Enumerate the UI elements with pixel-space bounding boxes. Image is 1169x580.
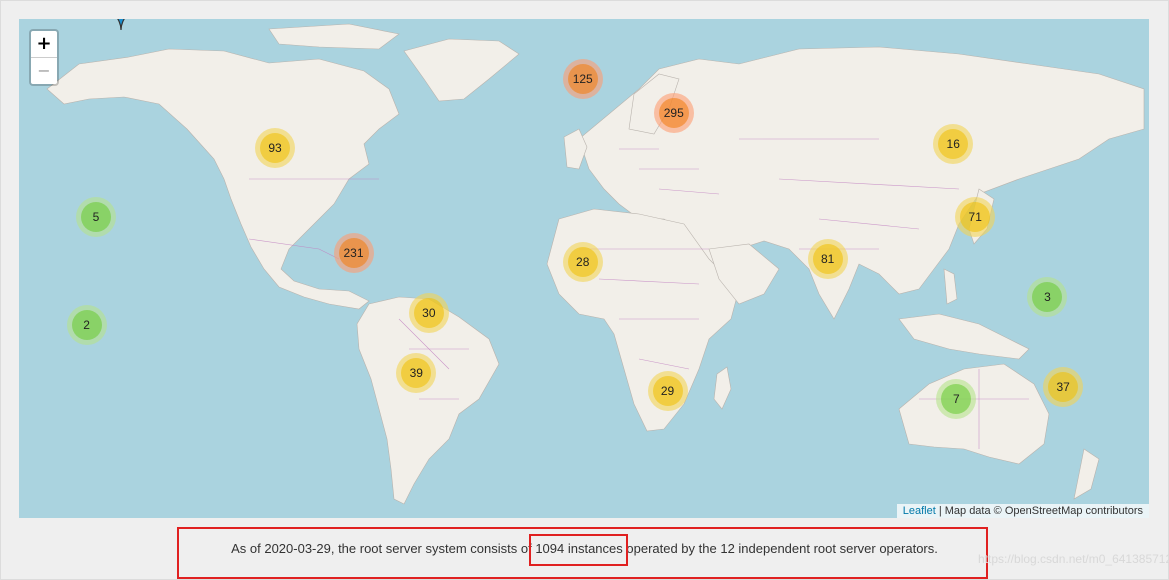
cluster-count: 7 [941,383,972,414]
zoom-out-button[interactable]: − [31,57,57,84]
cluster-count: 71 [960,201,991,232]
watermark: https://blog.csdn.net/m0_641385712 [978,552,1169,566]
cluster-count: 39 [401,357,432,388]
annotation-box-count [529,534,628,566]
cluster-marker[interactable]: 231 [333,232,374,273]
world-map[interactable]: + − 9352231303912529528291681713377LK Le… [19,19,1149,518]
cluster-marker[interactable]: 39 [396,352,437,393]
cluster-count: 16 [938,128,969,159]
zoom-control: + − [29,29,59,86]
cluster-count: 93 [260,132,290,163]
zoom-in-button[interactable]: + [31,31,57,57]
land-new-zealand [1073,448,1100,500]
cluster-marker[interactable]: 7 [936,378,977,419]
attribution-text: | Map data © OpenStreetMap contributors [935,505,1143,517]
cluster-count: 5 [81,201,112,232]
leaflet-link[interactable]: Leaflet [903,505,936,517]
cluster-count: 231 [338,237,369,268]
cluster-count: 295 [658,98,689,129]
cluster-count: 2 [71,310,102,341]
cluster-marker[interactable]: 81 [807,238,848,279]
cluster-marker[interactable]: 2 [66,305,107,346]
cluster-count: 3 [1032,281,1063,312]
land-madagascar [713,366,732,410]
map-attribution: Leaflet | Map data © OpenStreetMap contr… [896,504,1149,518]
cluster-marker[interactable]: 30 [408,292,449,333]
land-philippines [943,268,958,305]
cluster-marker[interactable]: 5 [76,196,117,237]
cluster-count: 81 [812,243,843,274]
cluster-marker[interactable]: 3 [1027,276,1068,317]
cluster-marker[interactable]: 28 [562,242,603,283]
land-australia [898,363,1050,465]
land-arctic-islands [268,23,400,50]
cluster-count: 29 [652,375,683,406]
cluster-marker[interactable]: 29 [647,370,688,411]
cluster-marker[interactable]: 71 [955,196,996,237]
cluster-count: 125 [567,63,598,94]
land-indonesia [898,313,1030,360]
cluster-marker[interactable]: 16 [933,123,974,164]
cluster-count: 30 [413,297,444,328]
cluster-marker[interactable]: 295 [653,93,694,134]
land-greenland [403,38,520,102]
cluster-marker[interactable]: 93 [255,127,295,168]
cluster-count: 37 [1048,372,1079,403]
cluster-marker[interactable]: 125 [562,58,603,99]
map-pin-icon[interactable]: L [111,19,131,31]
cluster-count: 28 [567,247,598,278]
